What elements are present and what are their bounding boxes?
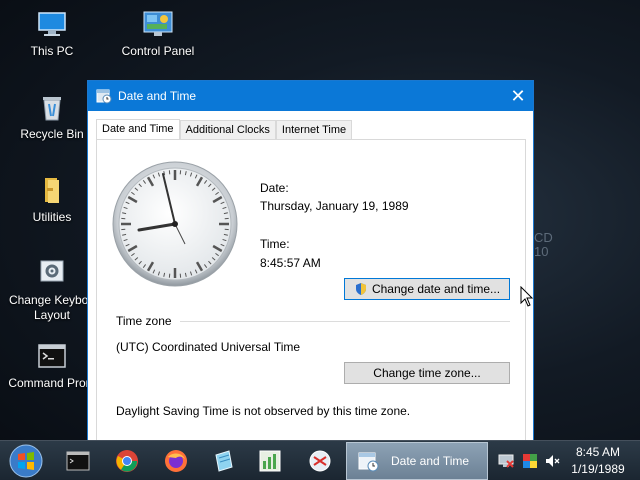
volume-muted-icon[interactable] — [545, 453, 561, 469]
desktop-icon-change-keyboard-layout[interactable]: Change Keyboa Layout — [4, 257, 100, 323]
task-manager-icon[interactable] — [258, 449, 282, 473]
settings-gear-icon — [40, 260, 64, 282]
date-time-taskbar-icon — [358, 452, 379, 472]
desktop-icon-utilities[interactable]: Utilities — [4, 174, 100, 225]
desktop-icon-this-pc[interactable]: This PC — [4, 8, 100, 59]
tab-additional-clocks[interactable]: Additional Clocks — [179, 120, 276, 140]
taskbar-date: 1/19/1989 — [571, 462, 625, 476]
chrome-icon[interactable] — [115, 449, 139, 473]
date-time-panel: Date: Thursday, January 19, 1989 Time: 8… — [96, 139, 526, 443]
analog-clock — [112, 161, 238, 287]
taskbar-clock[interactable]: 8:45 AM 1/19/1989 — [568, 444, 628, 478]
this-pc-icon — [38, 12, 66, 36]
taskbar: Date and Time 8:45 AM 1/19/1989 — [0, 440, 640, 480]
close-icon[interactable]: ✕ — [503, 81, 533, 111]
command-prompt-taskbar-icon[interactable] — [66, 449, 90, 473]
display-color-icon[interactable] — [522, 453, 538, 469]
control-panel-icon — [143, 11, 173, 36]
window-titlebar[interactable]: Date and Time ✕ — [88, 81, 533, 111]
time-label: Time: — [260, 237, 290, 251]
mouse-cursor-icon — [520, 286, 534, 307]
date-time-icon — [96, 89, 112, 104]
desktop-icon-control-panel[interactable]: Control Panel — [110, 8, 206, 59]
notepad-icon[interactable] — [212, 449, 236, 473]
desktop-icon-recycle-bin[interactable]: Recycle Bin — [4, 91, 100, 142]
timezone-value: (UTC) Coordinated Universal Time — [116, 340, 301, 354]
firefox-icon[interactable] — [164, 449, 188, 473]
tab-strip: Date and Time Additional Clocks Internet… — [96, 119, 353, 140]
timezone-divider — [180, 321, 510, 322]
start-button-icon[interactable] — [8, 443, 44, 479]
date-value: Thursday, January 19, 1989 — [260, 199, 409, 213]
folder-icon — [45, 178, 59, 203]
taskbar-time: 8:45 AM — [575, 445, 621, 459]
dst-note: Daylight Saving Time is not observed by … — [116, 404, 411, 418]
time-value: 8:45:57 AM — [260, 256, 321, 270]
taskbar-date-time-button[interactable]: Date and Time — [346, 442, 488, 480]
recycle-bin-icon — [43, 97, 61, 121]
change-date-time-button[interactable]: Change date and time... — [344, 278, 510, 300]
change-time-zone-button[interactable]: Change time zone... — [344, 362, 510, 384]
window-title: Date and Time — [118, 89, 197, 103]
snipping-tool-icon[interactable] — [308, 449, 332, 473]
command-prompt-icon — [38, 344, 66, 368]
network-icon[interactable] — [498, 453, 514, 469]
shield-icon — [355, 283, 366, 295]
wallpaper-text: CD 10 — [534, 230, 553, 259]
date-label: Date: — [260, 181, 289, 195]
tab-internet-time[interactable]: Internet Time — [275, 120, 353, 140]
desktop-icon-command-prompt[interactable]: Command Prom — [4, 340, 100, 391]
date-time-window: Date and Time ✕ Date and Time Additional… — [87, 80, 534, 443]
tab-date-and-time[interactable]: Date and Time — [96, 119, 180, 140]
timezone-header: Time zone — [116, 314, 172, 328]
